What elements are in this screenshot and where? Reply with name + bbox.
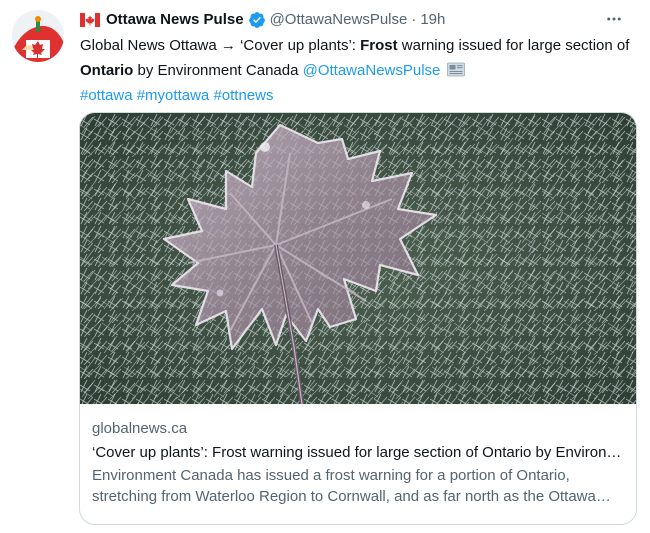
tweet[interactable]: Ottawa News Pulse @OttawaNewsPulse · 19h… (0, 0, 650, 533)
hashtag-link[interactable]: #ottawa (80, 87, 133, 104)
tweet-text-bold: Ontario (80, 62, 134, 79)
frost-leaf-image[interactable] (80, 113, 636, 404)
card-title[interactable]: ‘Cover up plants’: Frost warning issued … (92, 443, 622, 463)
tweet-text-bold: Frost (360, 37, 398, 54)
author-avatar[interactable] (12, 10, 64, 62)
tweet-text-part: by Environment Canada (133, 62, 303, 79)
tweet-text-part: warning issued for large section of (397, 37, 630, 54)
hashtag-link[interactable]: #ottnews (213, 87, 273, 104)
tweet-text-part: Global News Ottawa → ‘Cover up plants’: (80, 37, 361, 54)
avatar-image (12, 10, 64, 62)
card-meta: globalnews.ca ‘Cover up plants’: Frost w… (92, 419, 622, 507)
tweet-text: Global News Ottawa → ‘Cover up plants’: … (80, 33, 640, 108)
author-name[interactable]: Ottawa News Pulse (106, 10, 244, 30)
tweet-header: Ottawa News Pulse @OttawaNewsPulse · 19h (80, 9, 638, 31)
author-handle[interactable]: @OttawaNewsPulse (270, 10, 408, 30)
canada-flag-icon (80, 13, 100, 27)
tweet-timestamp[interactable]: 19h (420, 10, 445, 30)
hashtag-link[interactable]: #myottawa (137, 87, 210, 104)
card-domain: globalnews.ca (92, 420, 188, 437)
link-preview-card[interactable]: globalnews.ca ‘Cover up plants’: Frost w… (79, 112, 637, 525)
separator-dot: · (411, 11, 417, 28)
newspaper-icon (446, 62, 465, 77)
more-options-icon[interactable] (604, 9, 624, 29)
mention-link[interactable]: @OttawaNewsPulse (303, 62, 441, 79)
verified-badge-icon (248, 11, 266, 29)
card-description: Environment Canada has issued a frost wa… (92, 467, 596, 505)
